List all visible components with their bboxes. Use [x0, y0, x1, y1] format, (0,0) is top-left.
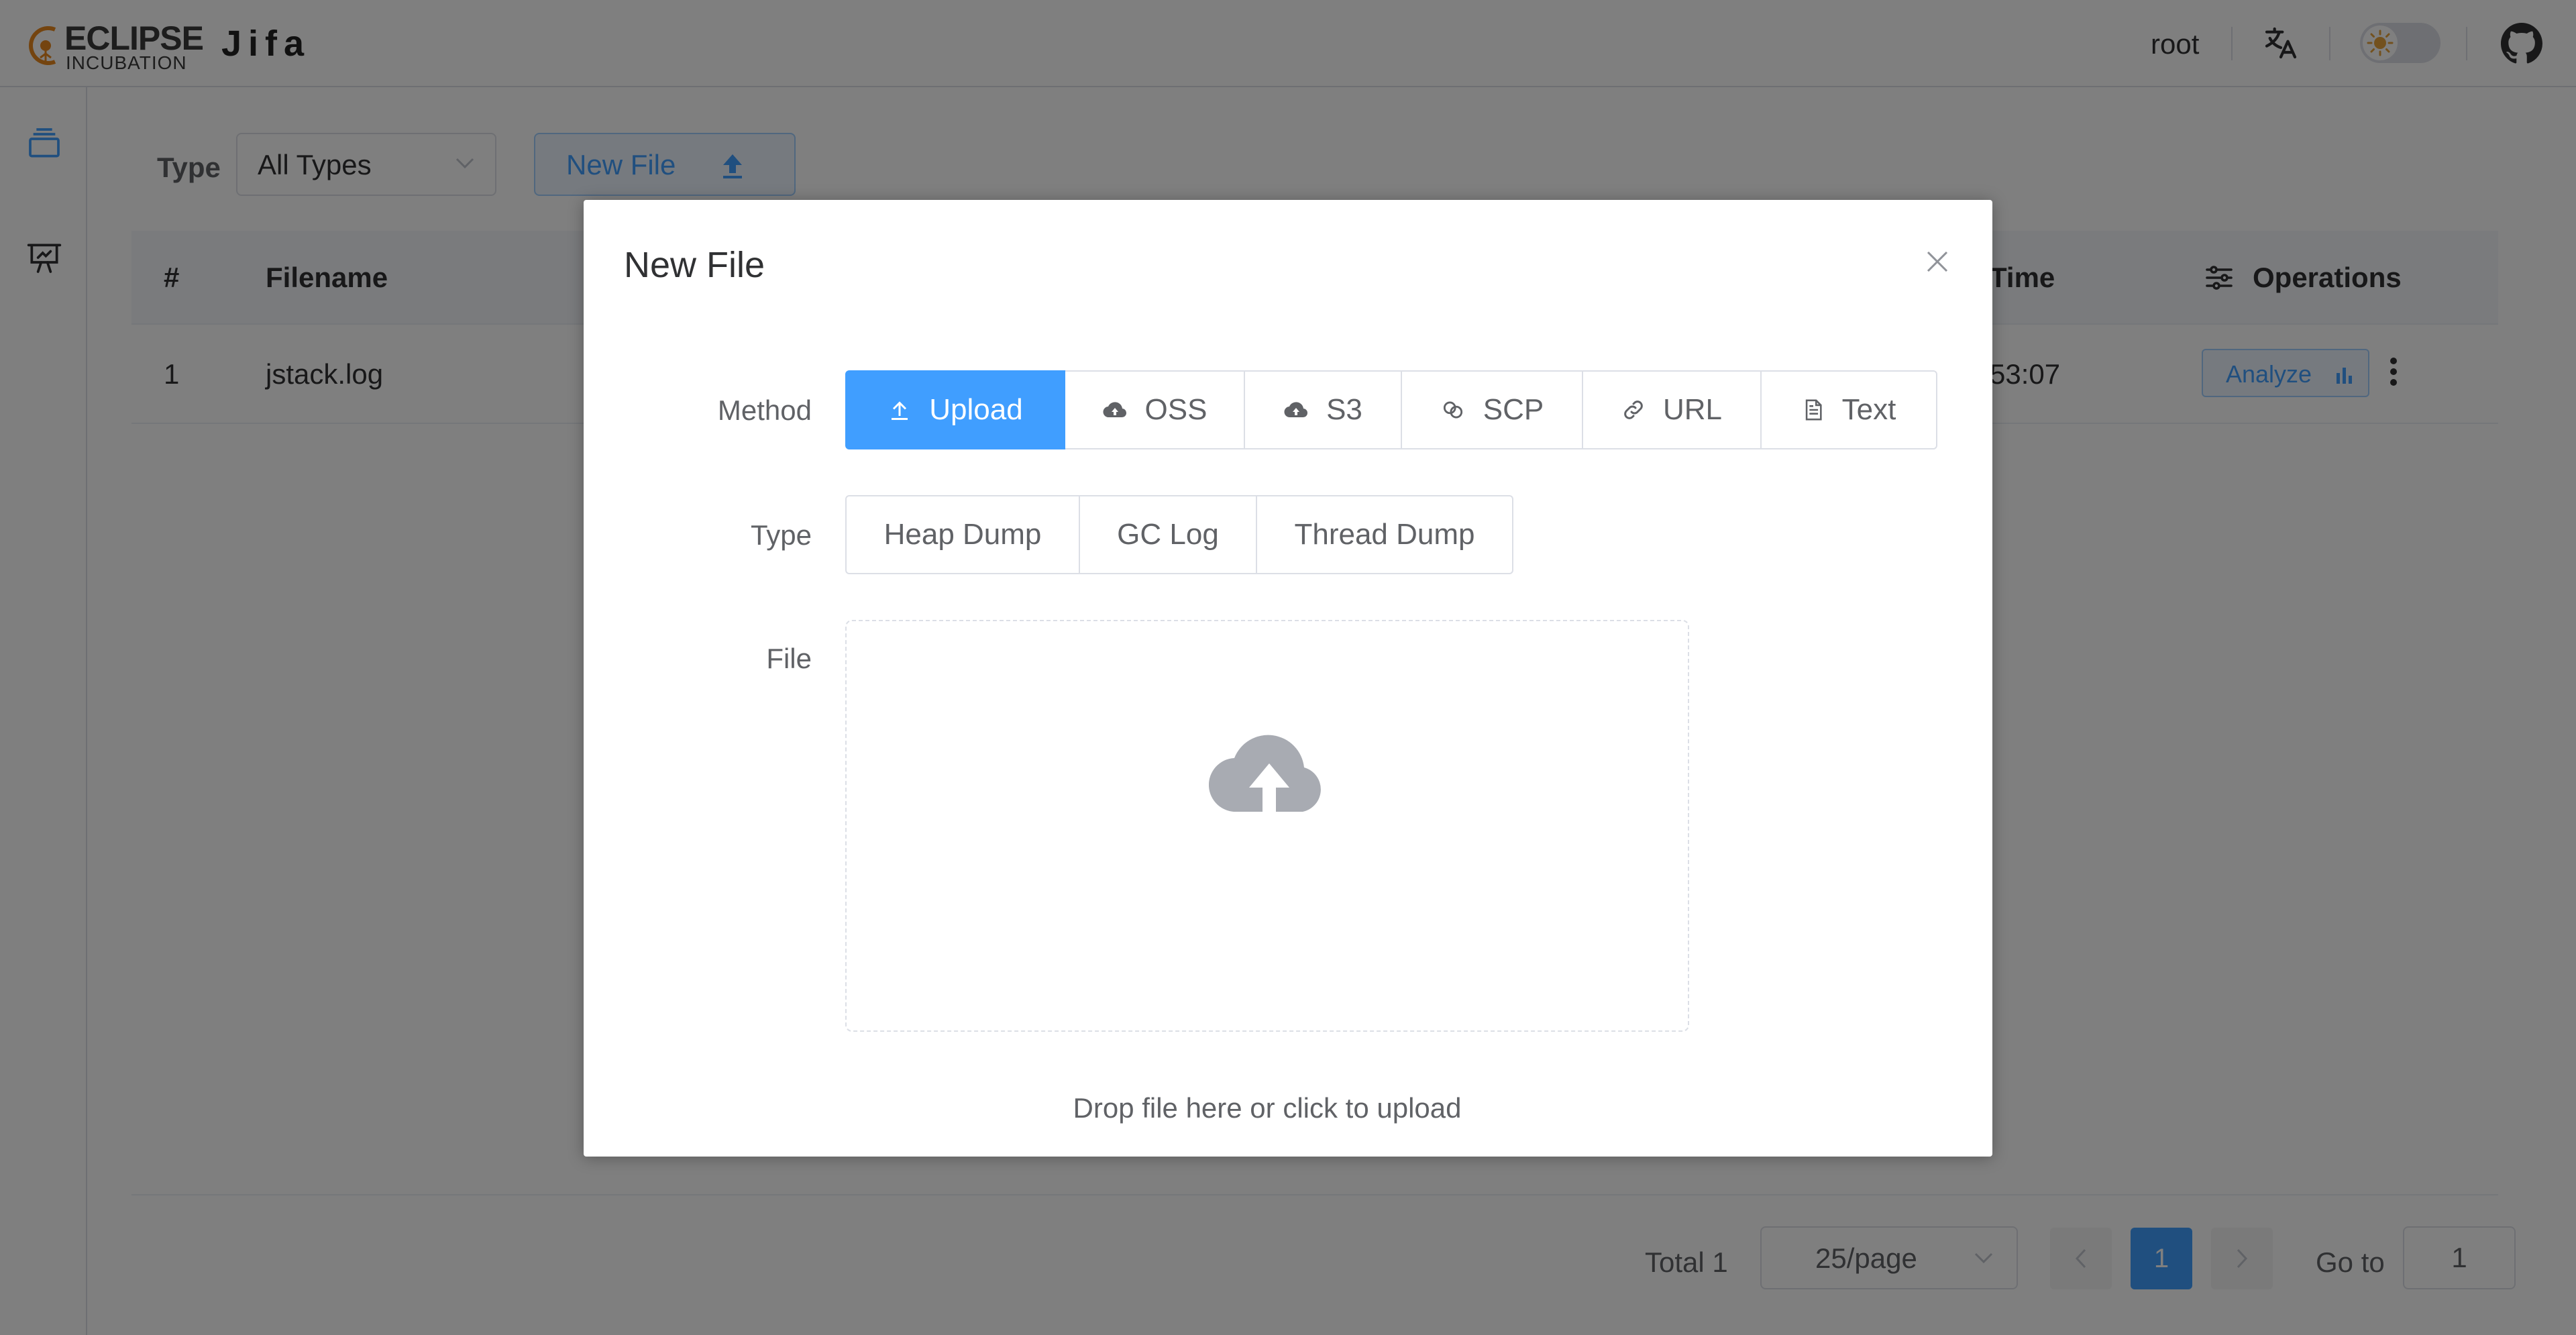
method-scp-button[interactable]: SCP	[1401, 370, 1583, 449]
dialog-title: New File	[624, 245, 765, 285]
cloud-upload-icon	[1209, 735, 1321, 812]
type-gc-log-button[interactable]: GC Log	[1079, 495, 1257, 574]
method-url-button[interactable]: URL	[1582, 370, 1762, 449]
method-url-label: URL	[1662, 393, 1723, 426]
new-file-dialog: New File Method Upload OSS S3 SCP URL Te…	[584, 200, 1992, 1157]
cloud-upload-icon	[1103, 402, 1126, 418]
method-selector: Upload OSS S3 SCP URL Text	[845, 370, 1937, 449]
method-text-label: Text	[1841, 393, 1896, 426]
type-thread-dump-label: Thread Dump	[1294, 518, 1475, 551]
document-icon	[1805, 399, 1822, 421]
method-label: Method	[717, 394, 812, 426]
method-upload-label: Upload	[929, 393, 1023, 426]
type-heap-dump-label: Heap Dump	[883, 518, 1042, 551]
type-heap-dump-button[interactable]: Heap Dump	[845, 495, 1080, 574]
cloud-upload-icon	[1284, 402, 1308, 418]
file-label: File	[766, 643, 812, 674]
method-upload-button[interactable]: Upload	[845, 370, 1065, 449]
type-gc-log-label: GC Log	[1117, 518, 1219, 551]
method-s3-label: S3	[1326, 393, 1362, 426]
copy-link-icon	[1443, 401, 1462, 419]
method-scp-label: SCP	[1483, 393, 1544, 426]
type-selector: Heap Dump GC Log Thread Dump	[845, 495, 1513, 574]
type-label: Type	[750, 519, 812, 551]
link-icon	[1624, 400, 1643, 419]
method-oss-button[interactable]: OSS	[1064, 370, 1245, 449]
close-icon[interactable]	[1924, 248, 1951, 278]
method-s3-button[interactable]: S3	[1244, 370, 1402, 449]
upload-icon	[892, 401, 908, 420]
file-dropzone[interactable]: Drop file here or click to upload	[845, 620, 1689, 1124]
method-text-button[interactable]: Text	[1760, 370, 1937, 449]
dropzone-text: Drop file here or click to upload	[1073, 1092, 1462, 1124]
method-oss-label: OSS	[1144, 393, 1208, 426]
type-thread-dump-button[interactable]: Thread Dump	[1256, 495, 1513, 574]
